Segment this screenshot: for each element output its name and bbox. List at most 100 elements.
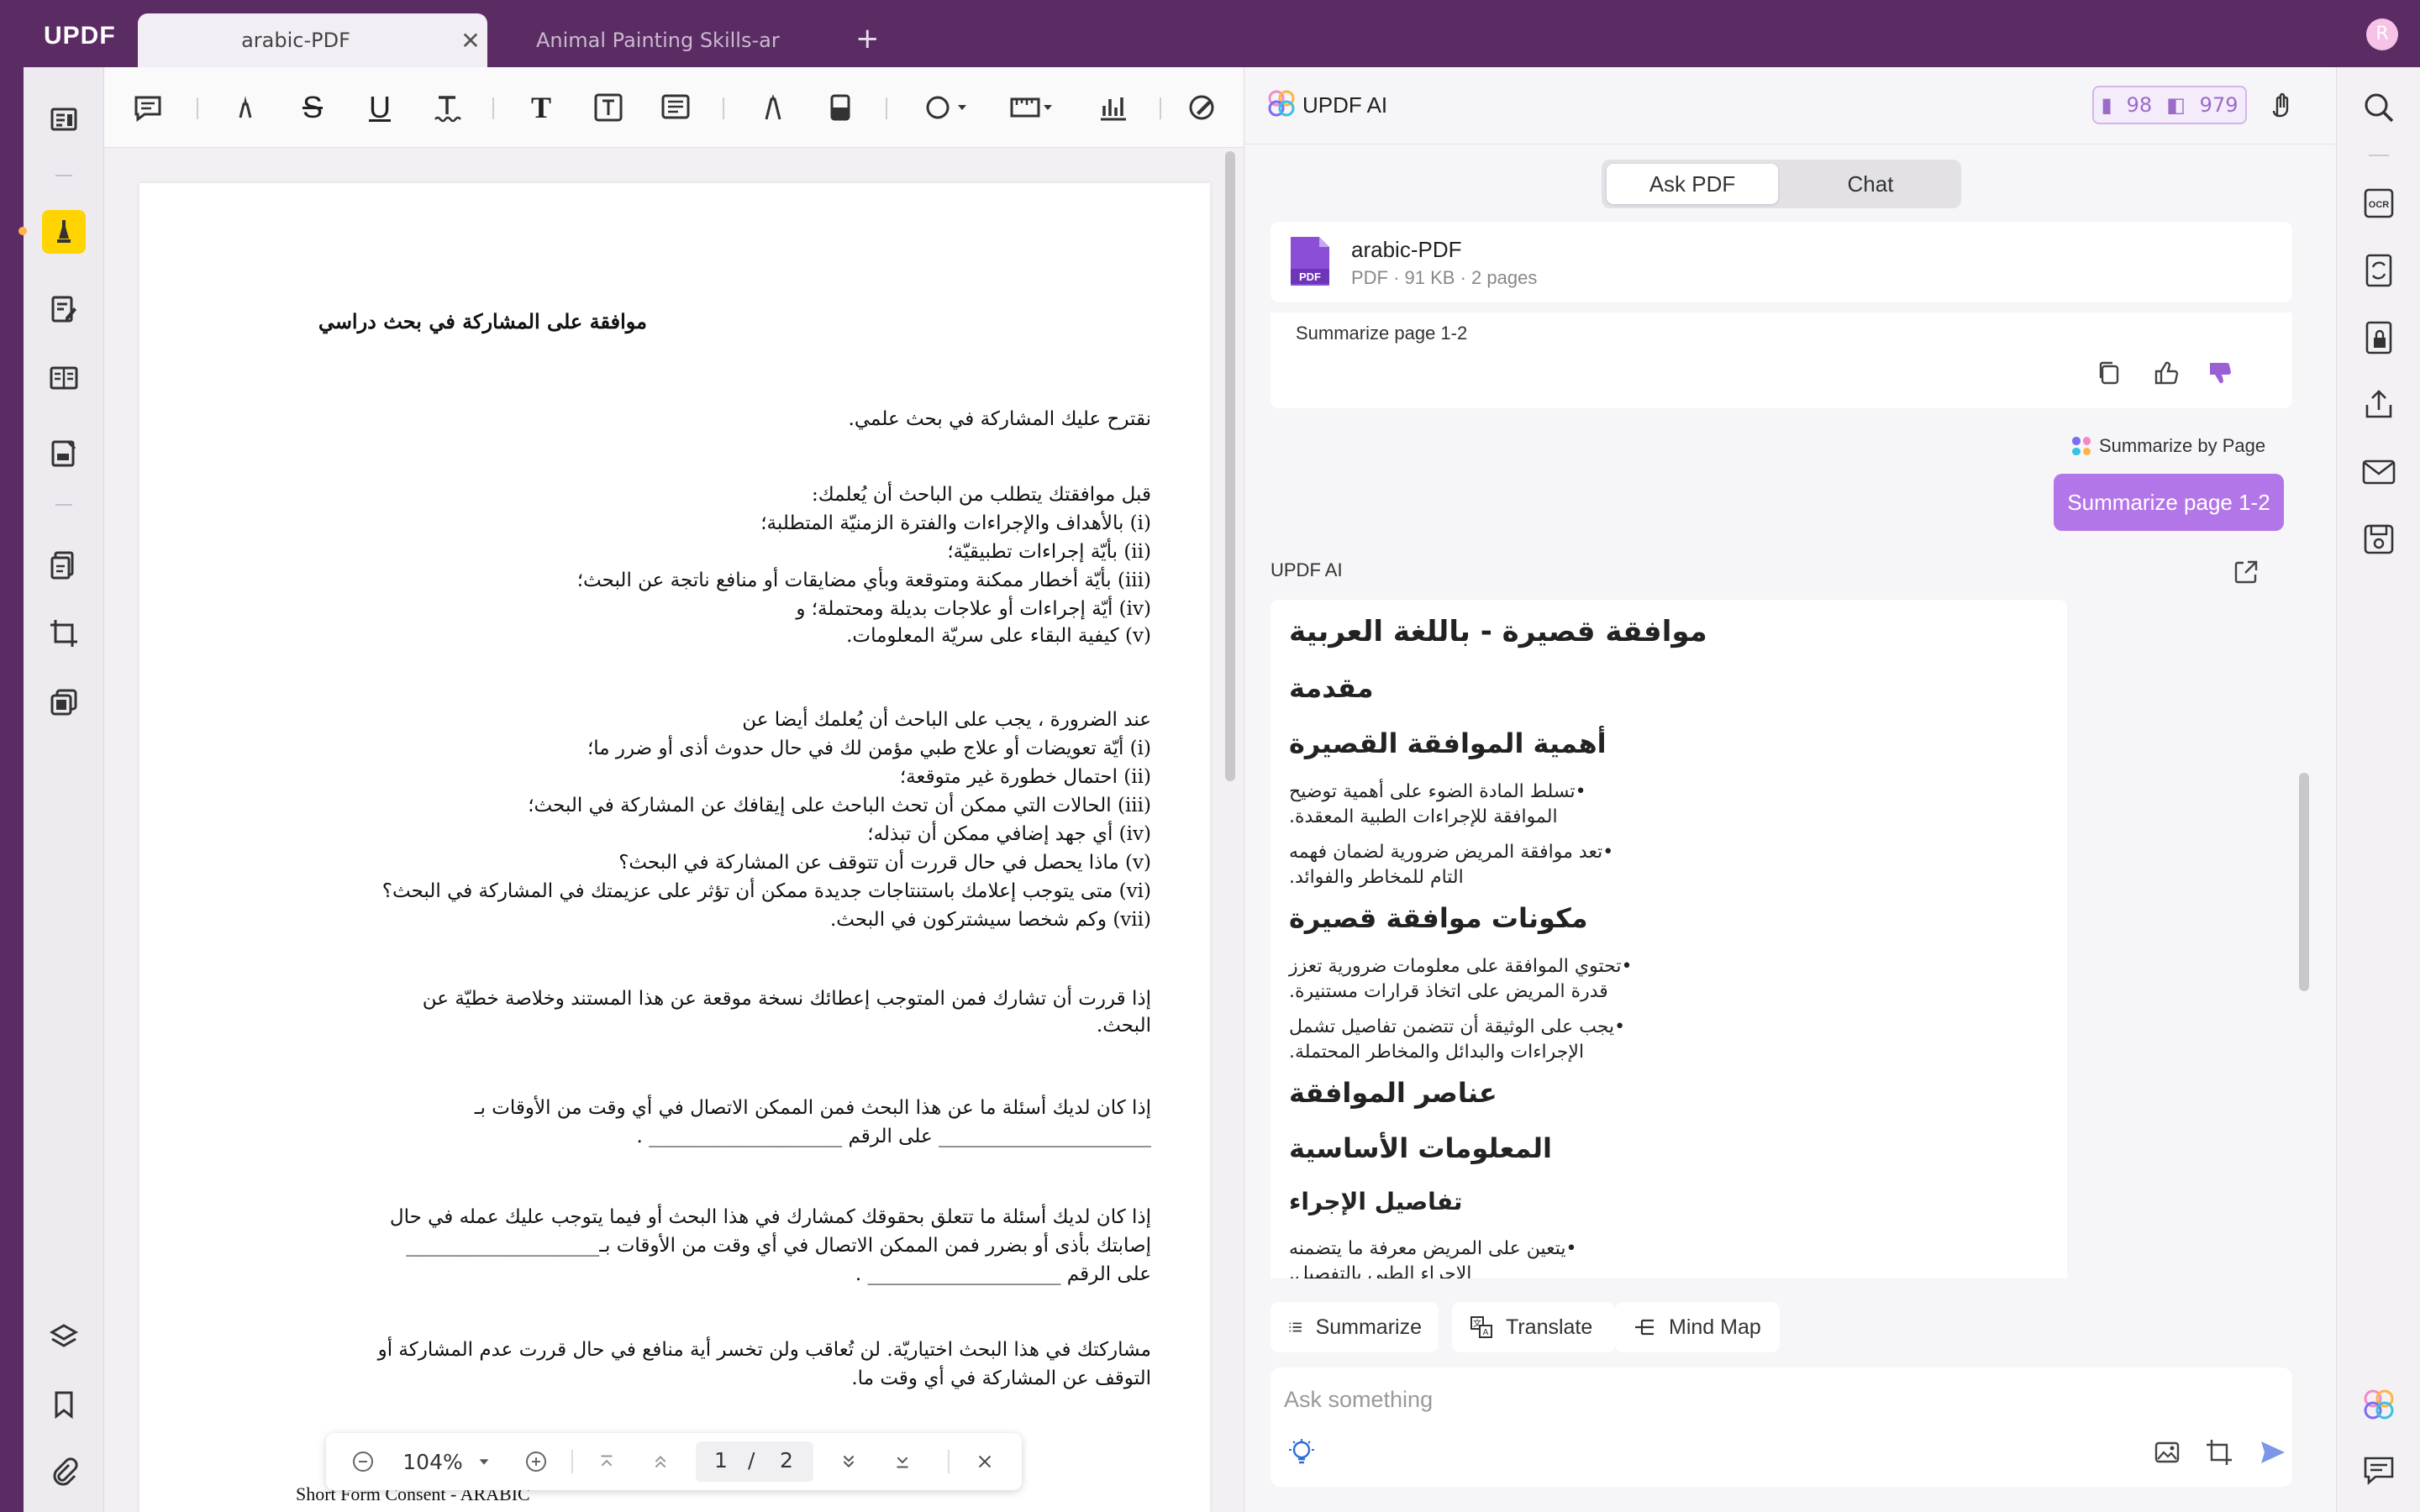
tab-arabic-pdf[interactable]: arabic-PDF ✕ <box>138 13 487 67</box>
zoom-dropdown-icon[interactable] <box>474 1448 494 1475</box>
zoom-out-icon[interactable] <box>348 1448 378 1475</box>
crop-icon[interactable] <box>42 612 86 655</box>
document-line: التوقف عن المشاركة في أي وقت ما. <box>851 1368 1151 1389</box>
squiggly-underline-icon[interactable] <box>425 86 469 129</box>
document-line: إذا كان لديك أسئلة ما عن هذا البحث فمن ا… <box>474 1097 1151 1119</box>
tab-chat[interactable]: Chat <box>1785 164 1956 204</box>
eraser-icon[interactable] <box>818 86 862 129</box>
ask-input[interactable] <box>1284 1383 2275 1416</box>
document-line: (iv) أيّة إجراءات أو علاجات بديلة ومحتمل… <box>796 598 1151 620</box>
summarize-button[interactable]: Summarize <box>1270 1302 1439 1352</box>
document-line: (vi) متى يتوجب إعلامك باستنتاجات جديدة م… <box>381 880 1151 902</box>
mind-map-label: Mind Map <box>1669 1315 1761 1339</box>
last-page-icon[interactable] <box>887 1448 918 1475</box>
open-external-icon[interactable] <box>2232 558 2260 586</box>
text-callout-icon[interactable] <box>654 86 697 129</box>
page-number-box[interactable]: 1 / 2 <box>696 1441 813 1482</box>
thumbs-down-icon[interactable] <box>2205 358 2235 388</box>
tab-ask-pdf[interactable]: Ask PDF <box>1607 164 1778 204</box>
zoom-in-icon[interactable] <box>521 1448 551 1475</box>
user-message: Summarize page 1-2 <box>2054 474 2284 531</box>
ask-box <box>1270 1368 2292 1487</box>
divider <box>948 1450 950 1473</box>
document-line: مشاركتك في هذا البحث اختياريّة. لن تُعاق… <box>377 1339 1151 1361</box>
title-bar: UPDF arabic-PDF ✕ Animal Painting Skills… <box>0 0 2420 67</box>
previous-page-icon[interactable] <box>645 1448 676 1475</box>
comment-mode-icon[interactable] <box>42 210 86 254</box>
note-icon[interactable] <box>126 86 170 129</box>
reader-mode-icon[interactable] <box>42 97 86 141</box>
answer-heading: موافقة قصيرة - باللغة العربية <box>1289 615 1707 648</box>
right-tool-sidebar: OCR <box>2336 67 2420 1512</box>
measure-dropdown-icon[interactable] <box>1000 86 1067 129</box>
save-icon[interactable] <box>2360 521 2397 558</box>
document-line: (iii) الحالات التي ممكن أن تحث الباحث عل… <box>528 795 1151 816</box>
answer-section: أهمية الموافقة القصيرة <box>1289 727 1607 759</box>
divider <box>2369 155 2389 156</box>
zoom-level[interactable]: 104% <box>402 1448 462 1475</box>
strikethrough-icon[interactable]: S <box>291 86 334 129</box>
updf-ai-icon[interactable] <box>2360 1386 2397 1423</box>
ocr-icon[interactable]: OCR <box>2360 185 2397 222</box>
summary-dots-icon <box>2072 437 2091 455</box>
current-page[interactable]: 1 <box>714 1448 728 1473</box>
file-name: arabic-PDF <box>1351 237 1462 262</box>
svg-text:PDF: PDF <box>1299 270 1321 283</box>
underline-icon[interactable]: U <box>358 86 402 129</box>
mind-map-button[interactable]: Mind Map <box>1615 1302 1780 1352</box>
ai-scrollbar[interactable] <box>2299 773 2309 991</box>
shape-dropdown-icon[interactable] <box>914 86 981 129</box>
divider <box>55 175 72 176</box>
pencil-icon[interactable] <box>751 86 795 129</box>
layers-icon[interactable] <box>42 1315 86 1359</box>
chart-tool-icon[interactable] <box>1091 86 1134 129</box>
bookmark-icon[interactable] <box>42 1383 86 1426</box>
translate-button[interactable]: 文A Translate <box>1452 1302 1615 1352</box>
summarize-by-page-text: Summarize by Page <box>2099 435 2266 456</box>
document-scrollbar[interactable] <box>1225 151 1235 781</box>
stack-pages-icon[interactable] <box>42 680 86 724</box>
close-tab-icon[interactable]: ✕ <box>454 27 487 55</box>
answer-section: مكونات موافقة قصيرة <box>1289 902 1588 934</box>
image-upload-icon[interactable] <box>2151 1436 2183 1468</box>
thumbs-up-icon[interactable] <box>2151 358 2181 388</box>
edit-pdf-icon[interactable] <box>42 287 86 331</box>
divider <box>492 97 494 119</box>
document-line: على الرقم ____________________ . <box>855 1263 1151 1285</box>
tab-label: Animal Painting Skills-ar <box>536 29 780 52</box>
attachment-icon[interactable] <box>42 1450 86 1494</box>
lightbulb-icon[interactable] <box>1286 1436 1318 1468</box>
total-pages: 2 <box>780 1448 793 1473</box>
mind-map-icon <box>1635 1319 1654 1336</box>
highlighter-icon[interactable] <box>224 86 267 129</box>
new-tab-icon[interactable]: + <box>855 22 880 55</box>
answer-section: المعلومات الأساسية <box>1289 1132 1552 1164</box>
convert-icon[interactable] <box>2360 252 2397 289</box>
protect-icon[interactable] <box>2360 319 2397 356</box>
text-icon[interactable]: T <box>519 86 563 129</box>
document-line: (v) ماذا يحصل في حال قررت أن تتوقف عن ال… <box>618 852 1151 874</box>
avatar[interactable]: R <box>2366 18 2398 50</box>
pdf-file-icon: PDF <box>1291 237 1329 286</box>
credits-badge[interactable]: ▮ 98 ◧ 979 <box>2092 86 2247 124</box>
close-icon[interactable] <box>970 1448 1000 1475</box>
screenshot-icon[interactable] <box>2203 1436 2235 1468</box>
page-tools-icon[interactable] <box>42 356 86 400</box>
copy-icon[interactable] <box>2094 358 2124 388</box>
organize-pages-icon[interactable] <box>42 543 86 586</box>
first-page-icon[interactable] <box>592 1448 622 1475</box>
answer-text: الإجراء الطبي بالتفصيل. <box>1289 1263 1472 1278</box>
next-page-icon[interactable] <box>834 1448 864 1475</box>
form-icon[interactable] <box>42 432 86 475</box>
translate-icon: 文A <box>1470 1316 1492 1338</box>
search-icon[interactable] <box>2360 89 2397 126</box>
tab-animal-painting[interactable]: Animal Painting Skills-ar <box>496 13 832 67</box>
share-icon[interactable] <box>2360 386 2397 423</box>
signature-icon[interactable] <box>1180 86 1223 129</box>
hand-icon[interactable] <box>2265 89 2297 121</box>
send-icon[interactable] <box>2257 1436 2289 1468</box>
email-icon[interactable] <box>2360 454 2397 491</box>
text-box-icon[interactable] <box>587 86 630 129</box>
comments-panel-icon[interactable] <box>2360 1452 2397 1488</box>
ai-mode-switch: Ask PDF Chat <box>1602 160 1961 208</box>
